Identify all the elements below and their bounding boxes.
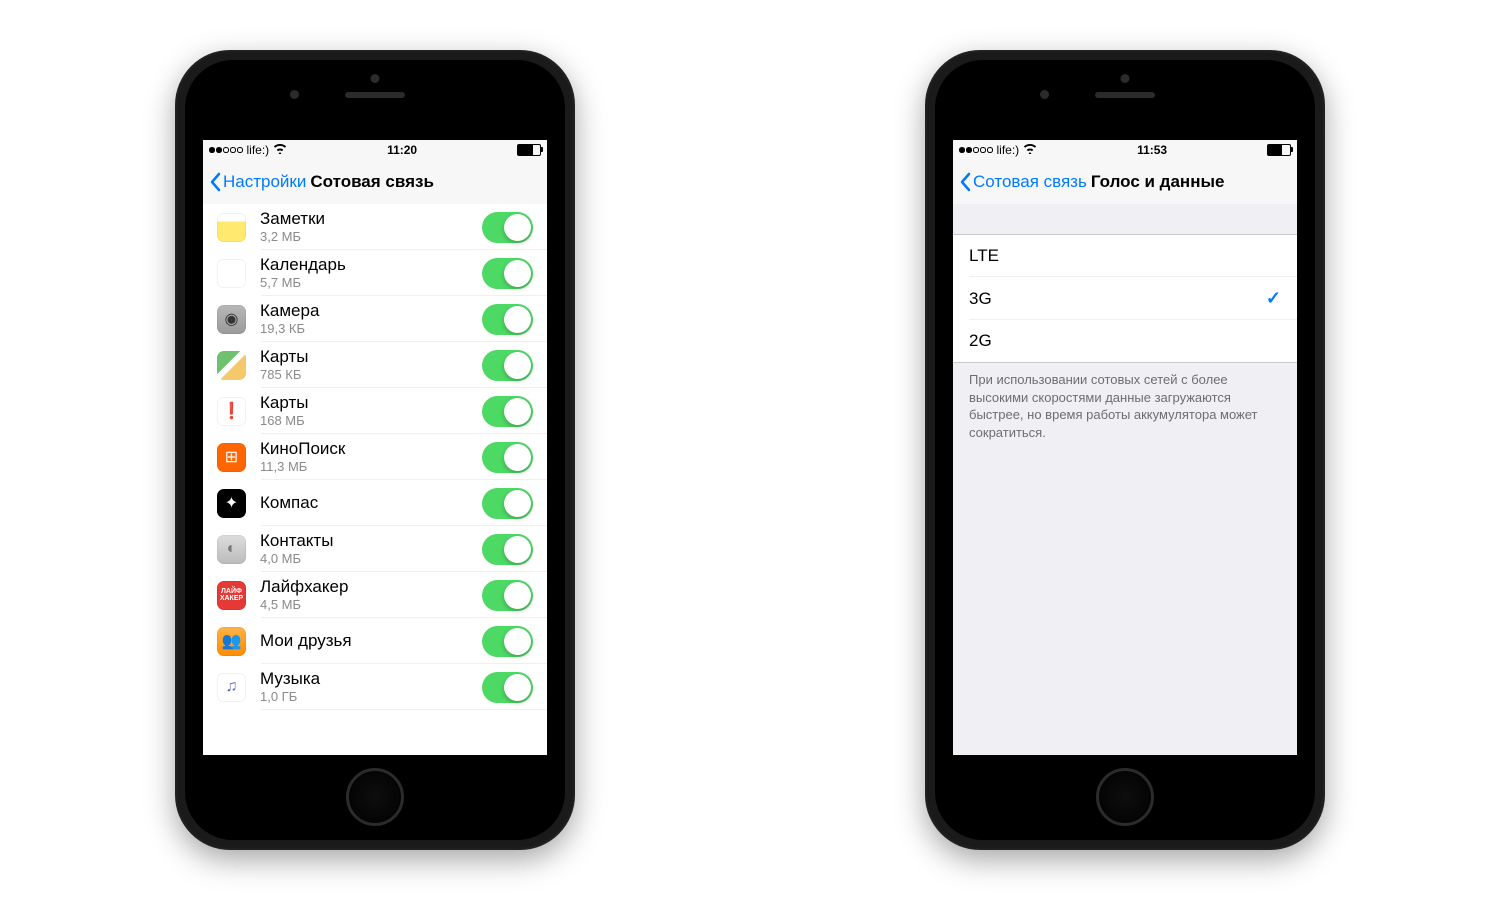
find-friends-icon: 👥	[217, 627, 246, 656]
app-name: Календарь	[260, 255, 482, 275]
contacts-icon: ◐	[217, 535, 246, 564]
cellular-toggle[interactable]	[482, 626, 533, 657]
home-button[interactable]	[346, 768, 404, 826]
cellular-toggle[interactable]	[482, 258, 533, 289]
lifehacker-icon: ЛАЙФХАКЕР	[217, 581, 246, 610]
carrier-label: life:)	[247, 143, 270, 157]
app-row: ◐ Контакты4,0 МБ	[203, 526, 547, 572]
screen-left: life:) 11:20 Настройки Сотовая связь Зам…	[203, 140, 547, 755]
nav-back-button[interactable]: Настройки	[203, 172, 306, 192]
app-name: Компас	[260, 493, 482, 513]
cellular-toggle[interactable]	[482, 350, 533, 381]
screen-right: life:) 11:53 Сотовая связь Голос и данны…	[953, 140, 1297, 755]
app-row: ЛАЙФХАКЕР Лайфхакер4,5 МБ	[203, 572, 547, 618]
chevron-left-icon	[959, 172, 971, 192]
cellular-toggle[interactable]	[482, 580, 533, 611]
phone-camera	[290, 90, 299, 99]
notes-icon	[217, 213, 246, 242]
cellular-toggle[interactable]	[482, 304, 533, 335]
camera-icon: ◉	[217, 305, 246, 334]
app-row: ♫ Музыка1,0 ГБ	[203, 664, 547, 710]
option-label: LTE	[969, 246, 999, 266]
app-name: КиноПоиск	[260, 439, 482, 459]
cellular-toggle[interactable]	[482, 488, 533, 519]
app-name: Камера	[260, 301, 482, 321]
battery-icon	[517, 144, 541, 156]
checkmark-icon: ✓	[1266, 288, 1281, 309]
chevron-left-icon	[209, 172, 221, 192]
network-options: LTE 3G ✓ 2G	[953, 234, 1297, 363]
cellular-toggle[interactable]	[482, 672, 533, 703]
status-time: 11:53	[1137, 143, 1167, 157]
option-label: 2G	[969, 331, 992, 351]
app-row: ❗ Карты168 МБ	[203, 388, 547, 434]
app-row: ✦ Компас	[203, 480, 547, 526]
app-size: 1,0 ГБ	[260, 689, 482, 705]
app-row: ◉ Камера19,3 КБ	[203, 296, 547, 342]
music-icon: ♫	[217, 673, 246, 702]
signal-dots	[209, 147, 243, 153]
app-row: Карты785 КБ	[203, 342, 547, 388]
app-row: Календарь5,7 МБ	[203, 250, 547, 296]
app-size: 4,5 МБ	[260, 597, 482, 613]
network-option[interactable]: LTE	[953, 235, 1297, 277]
phone-right: life:) 11:53 Сотовая связь Голос и данны…	[925, 50, 1325, 850]
app-size: 5,7 МБ	[260, 275, 482, 291]
status-bar: life:) 11:20	[203, 140, 547, 160]
app-size: 11,3 МБ	[260, 459, 482, 475]
phone-camera	[1040, 90, 1049, 99]
nav-title: Сотовая связь	[310, 172, 434, 192]
yandex-maps-icon: ❗	[217, 397, 246, 426]
signal-dots	[959, 147, 993, 153]
app-name: Контакты	[260, 531, 482, 551]
phone-sensor	[1121, 74, 1130, 83]
nav-back-label: Сотовая связь	[973, 172, 1087, 192]
footer-note: При использовании сотовых сетей с более …	[953, 363, 1297, 441]
nav-bar: Настройки Сотовая связь	[203, 160, 547, 205]
battery-icon	[1267, 144, 1291, 156]
calendar-icon	[217, 259, 246, 288]
app-name: Заметки	[260, 209, 482, 229]
nav-bar: Сотовая связь Голос и данные	[953, 160, 1297, 205]
cellular-toggle[interactable]	[482, 442, 533, 473]
phone-sensor	[371, 74, 380, 83]
nav-back-label: Настройки	[223, 172, 306, 192]
cellular-toggle[interactable]	[482, 534, 533, 565]
home-button[interactable]	[1096, 768, 1154, 826]
app-size: 168 МБ	[260, 413, 482, 429]
cellular-toggle[interactable]	[482, 212, 533, 243]
status-bar: life:) 11:53	[953, 140, 1297, 160]
phone-speaker	[345, 92, 405, 98]
options-content: LTE 3G ✓ 2G При использовании сотовых сетей…	[953, 204, 1297, 755]
app-size: 19,3 КБ	[260, 321, 482, 337]
app-list[interactable]: Заметки3,2 МБКалендарь5,7 МБ◉Камера19,3 …	[203, 204, 547, 755]
app-name: Лайфхакер	[260, 577, 482, 597]
phone-left: life:) 11:20 Настройки Сотовая связь Зам…	[175, 50, 575, 850]
app-row: ⊞ КиноПоиск11,3 МБ	[203, 434, 547, 480]
app-row: 👥 Мои друзья	[203, 618, 547, 664]
app-row: Заметки3,2 МБ	[203, 204, 547, 250]
app-size: 785 КБ	[260, 367, 482, 383]
app-size: 3,2 МБ	[260, 229, 482, 245]
nav-back-button[interactable]: Сотовая связь	[953, 172, 1087, 192]
network-option[interactable]: 3G ✓	[953, 277, 1297, 320]
app-size: 4,0 МБ	[260, 551, 482, 567]
wifi-icon	[273, 143, 287, 157]
app-name: Мои друзья	[260, 631, 482, 651]
compass-icon: ✦	[217, 489, 246, 518]
status-time: 11:20	[387, 143, 417, 157]
app-name: Карты	[260, 347, 482, 367]
app-name: Карты	[260, 393, 482, 413]
app-name: Музыка	[260, 669, 482, 689]
wifi-icon	[1023, 143, 1037, 157]
kinopoisk-icon: ⊞	[217, 443, 246, 472]
cellular-toggle[interactable]	[482, 396, 533, 427]
apple-maps-icon	[217, 351, 246, 380]
phone-speaker	[1095, 92, 1155, 98]
network-option[interactable]: 2G	[953, 320, 1297, 362]
carrier-label: life:)	[997, 143, 1020, 157]
option-label: 3G	[969, 289, 992, 309]
nav-title: Голос и данные	[1091, 172, 1225, 192]
